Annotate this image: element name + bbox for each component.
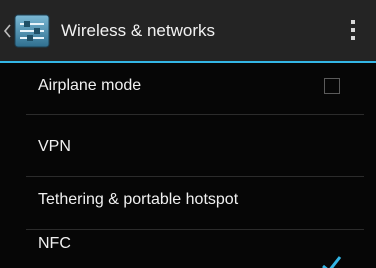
preference-title: Airplane mode <box>38 77 142 94</box>
check-icon <box>322 256 342 268</box>
action-bar: Wireless & networks <box>0 0 376 61</box>
preference-title: NFC <box>38 235 71 252</box>
action-bar-title: Wireless & networks <box>61 21 215 40</box>
nfc-checkbox[interactable] <box>320 254 342 268</box>
preference-vpn[interactable]: VPN <box>0 115 376 177</box>
airplane-mode-checkbox[interactable] <box>324 78 340 94</box>
up-button[interactable] <box>3 11 50 51</box>
settings-screen: Wireless & networks Airplane mode VPN Te… <box>0 0 376 268</box>
chevron-left-icon <box>3 24 11 38</box>
preference-airplane-mode[interactable]: Airplane mode <box>0 63 376 115</box>
preference-title: VPN <box>38 138 71 155</box>
preference-nfc[interactable]: NFC <box>0 230 376 268</box>
preference-title: Tethering & portable hotspot <box>38 191 239 208</box>
overflow-menu-button[interactable] <box>336 13 370 47</box>
settings-sliders-icon <box>14 14 50 48</box>
preference-list: Airplane mode VPN Tethering & portable h… <box>0 63 376 268</box>
preference-tethering[interactable]: Tethering & portable hotspot <box>0 177 376 230</box>
overflow-menu-icon <box>351 20 355 40</box>
